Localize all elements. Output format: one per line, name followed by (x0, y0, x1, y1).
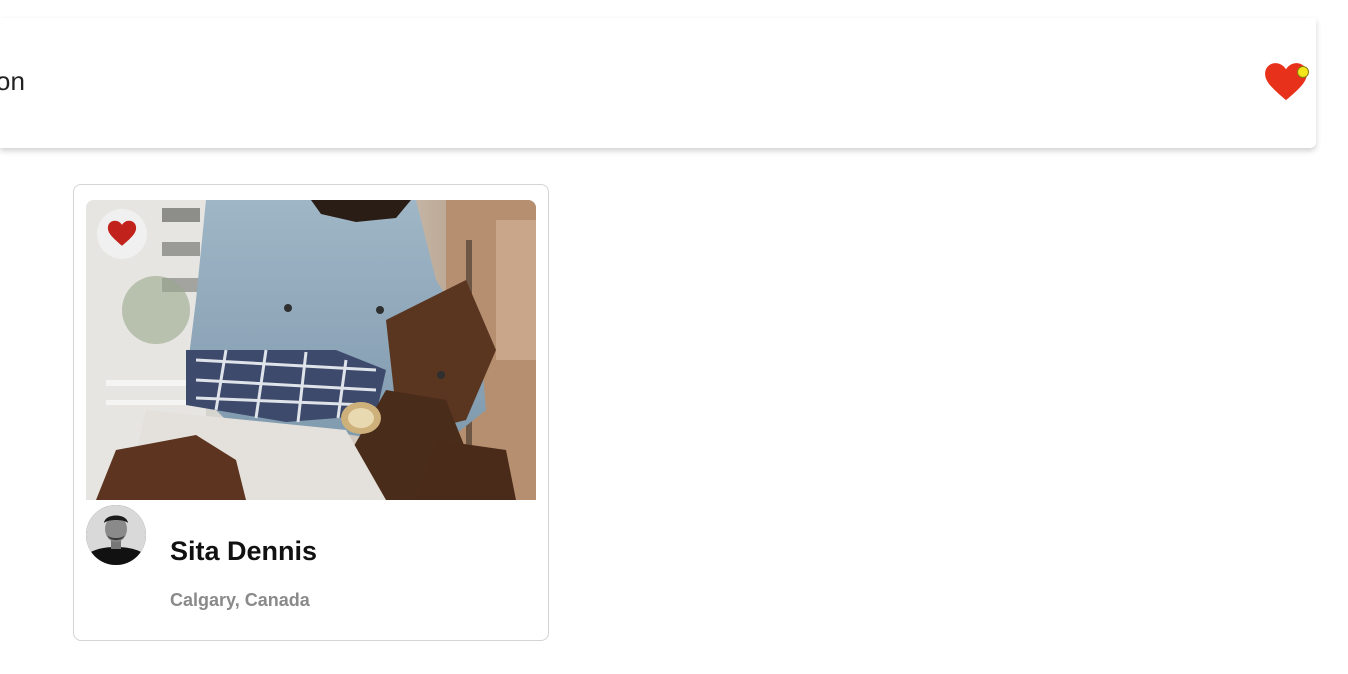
notification-badge (1297, 66, 1309, 78)
favorites-button[interactable] (1264, 62, 1312, 108)
profile-name[interactable]: Sita Dennis (170, 536, 317, 567)
card-photo (86, 200, 536, 500)
top-navbar: shion (0, 18, 1316, 148)
like-button[interactable] (97, 209, 147, 259)
profile-location: Calgary, Canada (170, 590, 310, 610)
photo-image (86, 200, 536, 500)
brand-title[interactable]: shion (0, 66, 25, 97)
avatar-image (86, 505, 146, 565)
profile-card[interactable]: Sita Dennis Calgary, Canada (73, 184, 549, 641)
avatar[interactable] (86, 505, 146, 565)
heart-icon (107, 220, 137, 246)
